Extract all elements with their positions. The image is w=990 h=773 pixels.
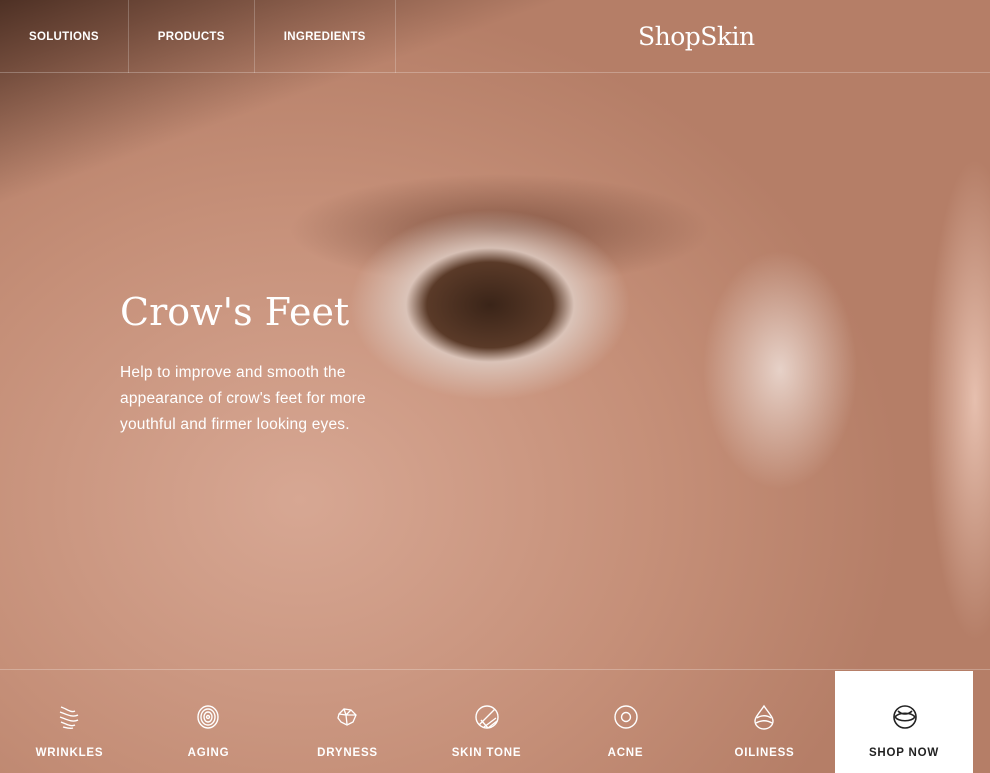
category-label: ACNE — [607, 747, 644, 759]
category-label: SKIN TONE — [451, 747, 522, 759]
hero-description: Help to improve and smooth the appearanc… — [120, 364, 366, 433]
category-wrinkles[interactable]: WRINKLES — [0, 670, 139, 773]
category-label: DRYNESS — [317, 747, 378, 759]
aging-icon — [197, 705, 219, 729]
category-dryness[interactable]: DRYNESS — [278, 670, 417, 773]
wrinkles-icon — [59, 706, 79, 730]
dryness-icon — [337, 708, 357, 726]
nav-products[interactable]: PRODUCTS — [129, 0, 255, 73]
shop-icon — [893, 705, 917, 729]
top-nav: SOLUTIONS PRODUCTS INGREDIENTS — [0, 0, 990, 73]
category-label: WRINKLES — [35, 747, 104, 759]
category-oiliness[interactable]: OILINESS — [695, 670, 834, 773]
logo[interactable]: ShopSkin — [638, 22, 755, 51]
nav-ingredients[interactable]: INGREDIENTS — [255, 0, 396, 73]
category-skin-tone[interactable]: SKIN TONE — [417, 670, 556, 773]
acne-icon — [614, 705, 638, 729]
category-label: AGING — [187, 747, 230, 759]
category-acne[interactable]: ACNE — [556, 670, 695, 773]
shop-now-button[interactable]: SHOP NOW — [835, 671, 973, 773]
skin-tone-icon — [475, 705, 499, 729]
category-aging[interactable]: AGING — [139, 670, 278, 773]
category-label: OILINESS — [734, 747, 795, 759]
oiliness-icon — [754, 704, 774, 730]
shop-now-label: SHOP NOW — [868, 747, 940, 759]
hero-section: SOLUTIONS PRODUCTS INGREDIENTS ShopSkin … — [0, 0, 990, 773]
page-title: Crow's Feet — [120, 290, 350, 334]
nav-solutions[interactable]: SOLUTIONS — [0, 0, 129, 73]
